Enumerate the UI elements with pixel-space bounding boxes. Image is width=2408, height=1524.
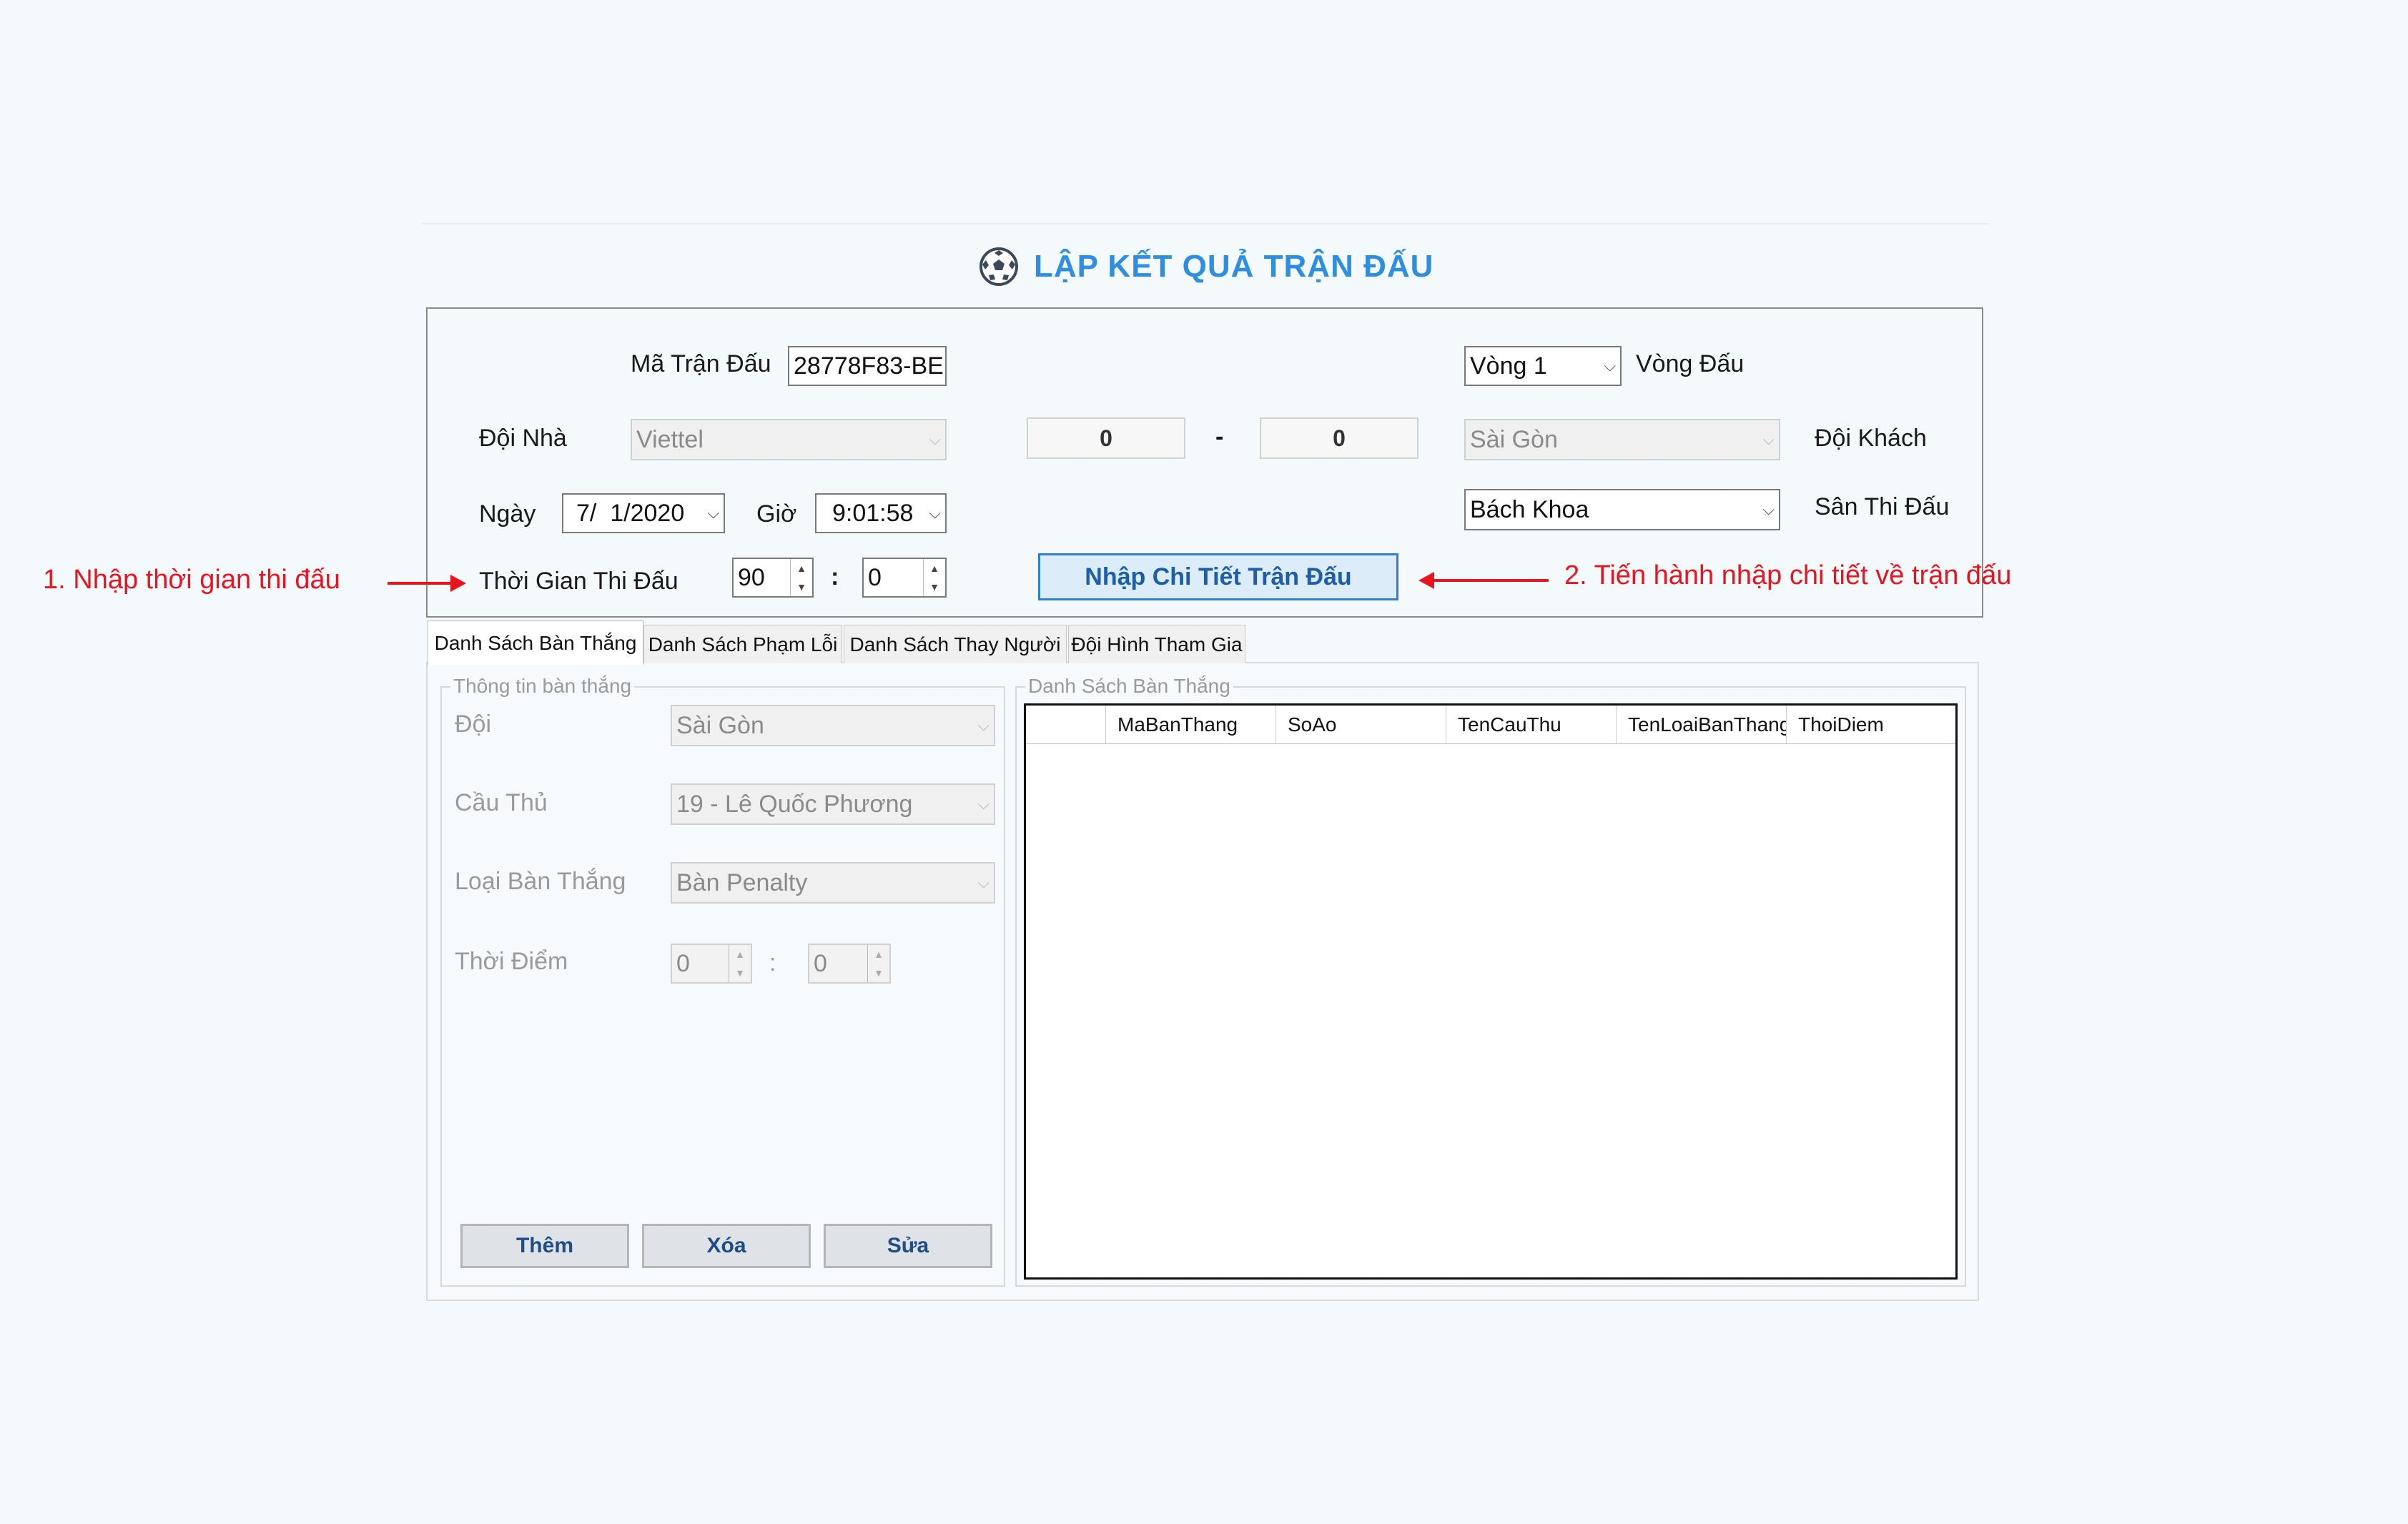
home-team-select[interactable]: Viettel ⌵ <box>631 419 947 460</box>
tab-substitutions[interactable]: Danh Sách Thay Người <box>844 625 1067 663</box>
goal-type-label: Loại Bàn Thắng <box>455 868 626 895</box>
duration-seconds-value: 0 <box>868 563 882 591</box>
chevron-down-icon: ⌵ <box>977 874 990 891</box>
chevron-down-icon: ⌵ <box>707 504 719 522</box>
spin-up-icon[interactable]: ▲ <box>868 945 889 964</box>
chevron-down-icon: ⌵ <box>1604 357 1616 375</box>
time-picker[interactable]: 9:01:58 ⌵ <box>815 493 947 533</box>
page-title: LẬP KẾT QUẢ TRẬN ĐẤU <box>978 243 1434 290</box>
score-separator: - <box>1215 423 1224 450</box>
goal-time-minutes-value: 0 <box>676 949 690 977</box>
round-label: Vòng Đấu <box>1636 350 1745 377</box>
goal-info-group <box>440 686 1005 1287</box>
goal-time-colon: : <box>769 949 776 976</box>
duration-seconds-stepper[interactable]: 0 ▲ ▼ <box>862 558 947 598</box>
date-value: 7/ 1/2020 <box>576 499 685 527</box>
goal-player-label: Cầu Thủ <box>455 789 548 816</box>
top-divider <box>422 223 1989 224</box>
spin-down-icon[interactable]: ▼ <box>791 578 812 596</box>
spin-down-icon[interactable]: ▼ <box>924 578 945 596</box>
annotation-right: 2. Tiến hành nhập chi tiết về trận đấu <box>1564 560 2012 590</box>
goal-time-seconds-value: 0 <box>814 949 827 977</box>
chevron-down-icon: ⌵ <box>1762 430 1775 448</box>
duration-minutes-stepper[interactable]: 90 ▲ ▼ <box>732 558 814 598</box>
duration-label: Thời Gian Thi Đấu <box>479 568 679 595</box>
goal-team-value: Sài Gòn <box>676 711 764 739</box>
round-value: Vòng 1 <box>1470 352 1547 380</box>
chevron-down-icon: ⌵ <box>977 716 990 734</box>
date-picker[interactable]: 7/ 1/2020 ⌵ <box>562 493 725 533</box>
home-team-value: Viettel <box>636 425 704 453</box>
annotation-left: 1. Nhập thời gian thi đấu <box>43 565 340 595</box>
tab-lineup[interactable]: Đội Hình Tham Gia <box>1068 625 1245 663</box>
goal-team-select[interactable]: Sài Gòn ⌵ <box>671 705 995 746</box>
goal-time-label: Thời Điểm <box>455 948 568 975</box>
duration-colon: : <box>831 563 839 590</box>
date-label: Ngày <box>479 500 536 528</box>
grid-col-header[interactable]: MaBanThang <box>1106 706 1276 744</box>
arrow-right-icon <box>450 575 466 592</box>
chevron-down-icon: ⌵ <box>929 504 941 522</box>
home-score-field: 0 <box>1027 417 1185 459</box>
away-team-label: Đội Khách <box>1815 425 1927 452</box>
away-team-select[interactable]: Sài Gòn ⌵ <box>1464 419 1780 460</box>
chevron-down-icon: ⌵ <box>929 430 941 448</box>
goal-player-value: 19 - Lê Quốc Phương <box>676 790 913 818</box>
edit-goal-button[interactable]: Sửa <box>824 1224 992 1268</box>
spin-up-icon[interactable]: ▲ <box>791 559 812 578</box>
tab-goals[interactable]: Danh Sách Bàn Thắng <box>428 620 643 665</box>
spin-down-icon[interactable]: ▼ <box>868 964 889 982</box>
goal-info-legend: Thông tin bàn thắng <box>450 675 635 698</box>
enter-match-details-button[interactable]: Nhập Chi Tiết Trận Đấu <box>1038 553 1398 600</box>
chevron-down-icon: ⌵ <box>977 795 990 813</box>
time-value: 9:01:58 <box>832 499 914 527</box>
match-id-input[interactable]: 28778F83-BE <box>788 346 947 386</box>
duration-minutes-value: 90 <box>738 563 765 591</box>
goal-time-seconds-stepper[interactable]: 0 ▲ ▼ <box>808 944 891 984</box>
grid-col-header[interactable]: SoAo <box>1276 706 1446 744</box>
spin-up-icon[interactable]: ▲ <box>924 559 945 578</box>
soccer-ball-icon <box>980 247 1018 286</box>
goal-list-legend: Danh Sách Bàn Thắng <box>1025 675 1233 698</box>
time-label: Giờ <box>756 500 797 528</box>
grid-col-header[interactable]: TenLoaiBanThang <box>1617 706 1787 744</box>
round-select[interactable]: Vòng 1 ⌵ <box>1464 346 1622 386</box>
goal-team-label: Đội <box>455 711 492 738</box>
arrow-right-line <box>388 582 459 585</box>
away-team-value: Sài Gòn <box>1470 425 1558 453</box>
stadium-select[interactable]: Bách Khoa ⌵ <box>1464 489 1780 530</box>
spin-up-icon[interactable]: ▲ <box>729 945 751 964</box>
goal-time-minutes-stepper[interactable]: 0 ▲ ▼ <box>671 944 752 984</box>
goal-type-select[interactable]: Bàn Penalty ⌵ <box>671 862 995 904</box>
goal-type-value: Bàn Penalty <box>676 869 808 896</box>
goal-list-grid[interactable]: MaBanThang SoAo TenCauThu TenLoaiBanThan… <box>1024 703 1958 1280</box>
goal-player-select[interactable]: 19 - Lê Quốc Phương ⌵ <box>671 783 995 825</box>
spin-down-icon[interactable]: ▼ <box>729 964 751 982</box>
grid-col-header[interactable]: TenCauThu <box>1446 706 1617 744</box>
away-score-field: 0 <box>1260 417 1418 459</box>
delete-goal-button[interactable]: Xóa <box>642 1224 811 1268</box>
stadium-value: Bách Khoa <box>1470 495 1589 523</box>
stadium-label: Sân Thi Đấu <box>1815 493 1950 520</box>
match-id-label: Mã Trận Đấu <box>631 350 771 377</box>
title-text: LẬP KẾT QUẢ TRẬN ĐẤU <box>1034 249 1434 284</box>
home-team-label: Đội Nhà <box>479 425 567 452</box>
chevron-down-icon: ⌵ <box>1762 500 1775 518</box>
arrow-left-line <box>1430 579 1549 582</box>
tab-fouls[interactable]: Danh Sách Phạm Lỗi <box>643 625 842 663</box>
grid-row-header-cell <box>1026 706 1106 744</box>
add-goal-button[interactable]: Thêm <box>460 1224 629 1268</box>
grid-col-header[interactable]: ThoiDiem <box>1787 706 1955 744</box>
